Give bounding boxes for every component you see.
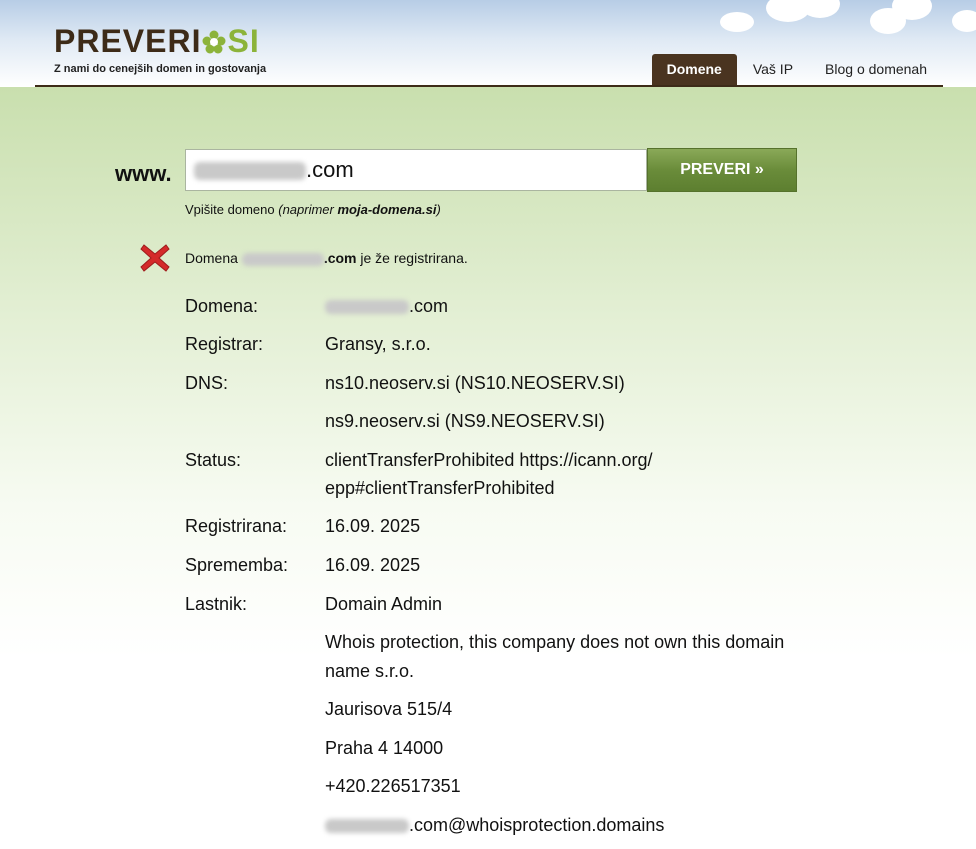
header-divider [35,85,943,87]
value-status-1: clientTransferProhibited https://icann.o… [325,450,653,470]
value-lastnik-5: +420.226517351 [325,776,461,796]
preveri-button[interactable]: PREVERI » [647,148,797,192]
result-prefix: Domena [185,250,242,266]
nav-tab-blog[interactable]: Blog o domenah [809,54,943,85]
value-lastnik-2a: Whois protection, this company does not … [325,632,785,652]
logo-suffix: SI [227,23,260,59]
site-tagline: Z nami do cenejših domen in gostovanja [54,63,267,75]
redacted-text [194,162,306,181]
label-dns: DNS: [185,373,229,393]
nav-tab-domene[interactable]: Domene [651,54,737,85]
www-prefix: www. [115,161,172,186]
redacted-text [241,252,324,266]
search-value-suffix: .com [306,157,354,182]
result-suffix: je že registrirana. [356,250,468,266]
value-domena: .com [325,292,825,320]
value-lastnik-1: Domain Admin [325,594,443,614]
nav-tab-vas-ip[interactable]: Vaš IP [737,54,809,85]
search-hint: Vpišite domeno (naprimer moja-domena.si) [185,202,441,217]
value-dns-1: ns10.neoserv.si (NS10.NEOSERV.SI) [325,373,625,393]
redacted-text [325,300,409,315]
logo-text: PREVERI [54,23,202,59]
value-sprememba: 16.09. 2025 [325,555,421,575]
value-lastnik-3: Jaurisova 515/4 [325,699,453,719]
label-sprememba: Sprememba: [185,555,289,575]
cloud [952,10,976,32]
value-registrar: Gransy, s.r.o. [325,334,431,354]
result-domain-suffix: .com [323,250,357,266]
site-logo[interactable]: PREVERI SI [54,24,260,58]
redacted-text [325,819,409,834]
hint-text: Vpišite domeno [185,202,279,217]
value-lastnik-2b: name s.r.o. [325,661,415,681]
availability-message: Domena .com je že registrirana. [185,250,468,266]
label-status: Status: [185,450,242,470]
label-domena: Domena: [185,296,259,316]
value-registrirana: 16.09. 2025 [325,516,421,536]
hint-example-prefix: (naprimer [278,202,338,217]
label-registrar: Registrar: [185,334,264,354]
value-lastnik-4: Praha 4 14000 [325,738,444,758]
domena-suffix: .com [409,296,449,316]
value-dns-2: ns9.neoserv.si (NS9.NEOSERV.SI) [325,411,605,431]
label-registrirana: Registrirana: [185,516,288,536]
hint-example: moja-domena.si [337,202,437,217]
flower-icon [202,30,226,54]
hint-example-suffix: ) [436,202,441,217]
label-lastnik: Lastnik: [185,594,248,614]
email-suffix: .com@whoisprotection.domains [409,815,665,835]
value-lastnik-6: .com@whoisprotection.domains [325,811,825,839]
value-status-2: epp#clientTransferProhibited [325,478,555,498]
cloud [720,12,754,32]
domain-search-input[interactable]: .com [185,149,647,191]
main-nav: Domene Vaš IP Blog o domenah [651,54,943,85]
red-x-icon [140,244,170,272]
